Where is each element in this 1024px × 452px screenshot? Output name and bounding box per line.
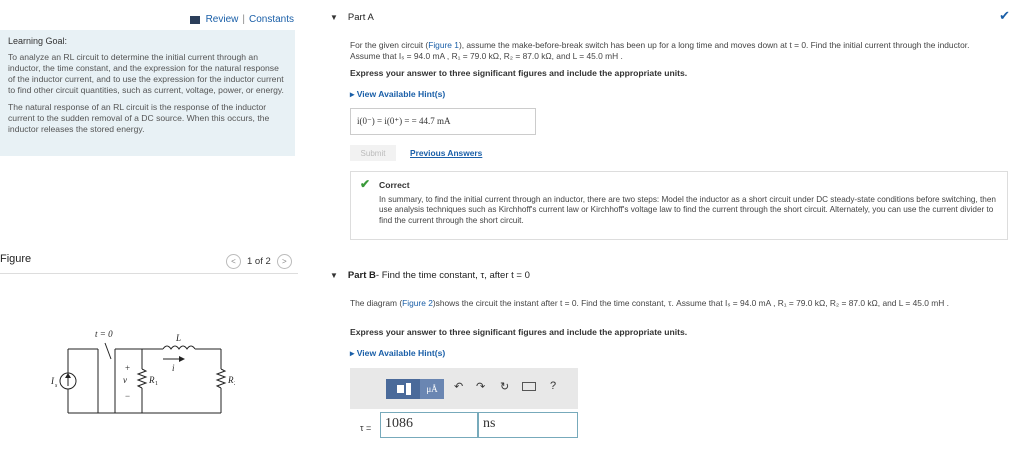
source-subscript: s [55, 383, 58, 389]
figure-page-indicator: 1 of 2 [247, 256, 271, 267]
part-a-instruction: Express your answer to three significant… [350, 68, 688, 78]
part-b-instruction: Express your answer to three significant… [350, 327, 688, 337]
part-a-answer: i(0⁻) = i(0⁺) = = 44.7 mA [350, 108, 536, 135]
r1-subscript: 1 [155, 381, 158, 387]
part-a-question-start: For the given circuit ( [350, 40, 429, 50]
math-toolbar: μÅ ↶ ↷ ↻ ? [350, 368, 578, 409]
natural-response-text: The natural response of an RL circuit is… [8, 102, 270, 134]
part-a-title: Part A [347, 12, 374, 23]
learning-goal-title: Learning Goal: [8, 36, 68, 46]
review-link[interactable]: Review [206, 14, 239, 25]
next-figure-button[interactable]: > [276, 254, 292, 269]
constants-link[interactable]: Constants [249, 14, 294, 25]
part-b-header[interactable]: ▼ Part B - Find the time constant, τ, af… [330, 270, 530, 281]
prev-figure-button[interactable]: < [226, 254, 241, 269]
learning-goal-box: Learning Goal: To analyze an RL circuit … [0, 30, 295, 156]
redo-icon[interactable]: ↷ [476, 380, 485, 393]
figure-2-link[interactable]: Figure 2 [402, 298, 433, 308]
figure-divider [0, 273, 298, 274]
r2-subscript: 2 [234, 381, 235, 387]
part-a-hints-toggle[interactable]: ▸ View Available Hint(s) [350, 89, 445, 100]
left-panel: Review | Constants Learning Goal: To ana… [0, 0, 300, 452]
figure-1-link[interactable]: Figure 1 [428, 40, 459, 50]
correct-feedback-box: ✔ Correct In summary, to find the initia… [350, 171, 1008, 240]
collapse-caret-icon[interactable]: ▼ [330, 13, 338, 22]
switch-label: t = 0 [95, 329, 113, 339]
reset-icon[interactable]: ↻ [500, 380, 509, 393]
review-constants-bar: Review | Constants [189, 14, 294, 25]
templates-button[interactable] [386, 379, 422, 399]
part-a-header[interactable]: ▼ Part A [330, 12, 374, 23]
voltage-label: v [123, 375, 127, 385]
collapse-caret-icon[interactable]: ▼ [330, 271, 338, 280]
part-b-question-start: The diagram ( [350, 298, 403, 308]
part-a-complete-check-icon: ✔ [999, 8, 1010, 23]
part-b-hints-toggle[interactable]: ▸ View Available Hint(s) [350, 348, 445, 359]
voltage-plus: + [125, 363, 130, 373]
current-label: i [172, 363, 175, 373]
undo-icon[interactable]: ↶ [454, 380, 463, 393]
submit-button[interactable]: Submit [350, 145, 396, 161]
correct-explanation: In summary, to find the initial current … [379, 194, 996, 225]
part-b-question-end: )shows the circuit the instant after t =… [432, 298, 949, 308]
r2-label: R [227, 375, 234, 385]
unit-input[interactable]: ns [478, 412, 578, 438]
rl-circuit-diagram: t = 0 L i I s v + − R 1 R 2 [50, 329, 235, 414]
right-panel: ▼ Part A ✔ For the given circuit (Figure… [330, 0, 1024, 452]
separator: | [242, 14, 245, 25]
figure-title: Figure [0, 253, 32, 265]
learning-goal-text: To analyze an RL circuit to determine th… [8, 52, 284, 95]
part-b-question: The diagram (Figure 2)shows the circuit … [350, 298, 1000, 309]
correct-check-icon: ✔ [360, 177, 371, 191]
part-b-subtitle: - Find the time constant, τ, after t = 0 [375, 270, 530, 281]
part-b-title: Part B [347, 270, 376, 281]
keyboard-icon[interactable] [522, 382, 536, 391]
review-icon [189, 15, 200, 24]
units-button[interactable]: μÅ [420, 379, 444, 399]
tau-label: τ = [360, 423, 372, 433]
help-button[interactable]: ? [550, 380, 556, 392]
previous-answers-link[interactable]: Previous Answers [410, 148, 482, 158]
correct-title: Correct [379, 180, 410, 190]
inductor-label: L [175, 333, 181, 343]
part-a-question: For the given circuit (Figure 1), assume… [350, 40, 1000, 61]
voltage-minus: − [125, 391, 130, 401]
figure-pager: < 1 of 2 > [226, 254, 292, 269]
r1-label: R [148, 375, 155, 385]
value-input[interactable]: 1086 [380, 412, 478, 438]
